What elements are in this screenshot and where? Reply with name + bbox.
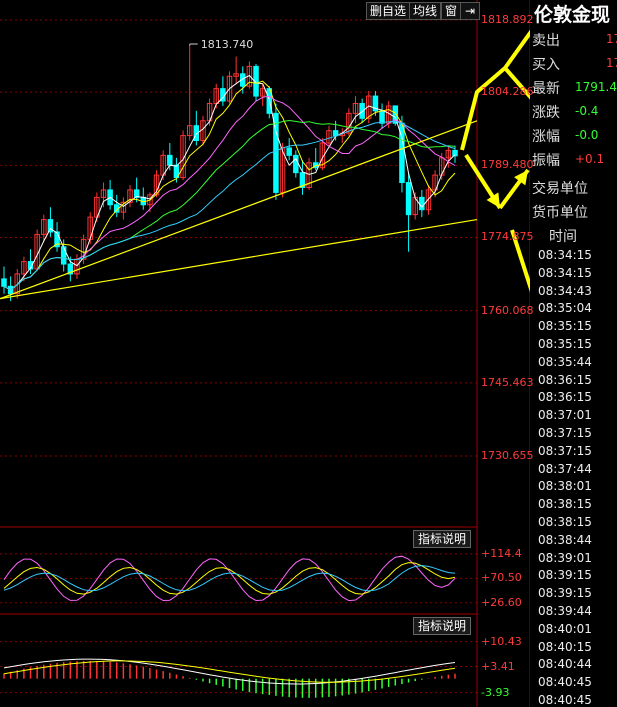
tick-time: 08:35:15 — [538, 319, 592, 334]
candle-body — [167, 154, 173, 166]
tick-time: 08:38:15 — [538, 497, 592, 512]
quote-row-label: 涨幅 — [532, 129, 560, 145]
quote-row-value: +0.1 — [575, 152, 605, 166]
quote-row-label: 卖出 — [532, 33, 560, 49]
tick-time: 08:40:44 — [538, 657, 592, 672]
candle-body — [1, 278, 7, 287]
moving-average-line — [3, 74, 456, 291]
quote-row-value: 1791.4 — [575, 80, 617, 94]
tick-time: 08:35:44 — [538, 354, 592, 369]
tick-time: 08:35:04 — [538, 301, 592, 316]
trade-unit-label: 交易单位 — [532, 181, 588, 197]
time-column-header: 时间 — [549, 229, 577, 245]
quote-row-value: 17 — [606, 56, 617, 70]
price-axis-label: 1745.463 — [481, 375, 534, 389]
tick-time: 08:38:44 — [538, 532, 592, 547]
tick-time: 08:39:44 — [538, 604, 592, 618]
quote-row-label: 振幅 — [532, 153, 560, 169]
trend-line-upper — [0, 120, 478, 300]
forecast-arrow — [503, 66, 530, 100]
tick-time: 08:37:44 — [538, 461, 592, 476]
price-axis-label: 1730.655 — [481, 449, 534, 462]
tick-time: 08:38:01 — [538, 479, 592, 494]
quote-row-label: 最新 — [532, 81, 560, 97]
window-button[interactable]: 窗 — [441, 2, 462, 20]
tick-time: 08:39:15 — [538, 568, 592, 583]
tick-time: 08:40:15 — [538, 639, 592, 654]
tick-time: 08:35:15 — [538, 337, 592, 351]
tick-time: 08:34:15 — [538, 265, 592, 280]
tick-time: 08:36:15 — [538, 372, 592, 387]
tick-time: 08:39:01 — [538, 550, 592, 565]
oscillator-indicator-help-button[interactable]: 指标说明 — [413, 530, 471, 548]
macd-axis-label: -3.93 — [481, 685, 510, 699]
candle-body — [286, 147, 292, 156]
high-price-annotation: 1813.740 — [201, 38, 254, 51]
quote-row-value: 17 — [606, 32, 617, 46]
price-axis-label: 1804.286 — [481, 85, 534, 99]
oscillator-axis-label: +26.60 — [481, 595, 522, 609]
forecast-arrow — [460, 29, 530, 151]
candle-body — [405, 182, 412, 216]
tick-time: 08:34:15 — [538, 248, 592, 262]
tick-time: 08:37:15 — [538, 426, 592, 440]
quote-row-value: -0.0 — [575, 128, 599, 142]
quote-row-label: 涨跌 — [532, 105, 560, 121]
tick-time: 08:34:43 — [538, 283, 592, 298]
moving-average-button[interactable]: 均线 — [409, 2, 442, 20]
tick-time: 08:38:15 — [538, 515, 592, 529]
price-axis-label: 1774.875 — [481, 230, 534, 244]
price-axis-label: 1760.068 — [481, 303, 534, 317]
collapse-arrow-icon[interactable]: ⇥ — [460, 2, 480, 20]
macd-axis-label: +3.41 — [481, 659, 515, 673]
chart-area[interactable]: 1813.740 — [0, 0, 530, 707]
quote-row-value: -0.4 — [575, 104, 599, 118]
candle-body — [332, 130, 339, 137]
tick-time: 08:40:45 — [538, 693, 592, 707]
tick-time: 08:39:15 — [538, 586, 592, 601]
candle-body — [60, 246, 67, 265]
quote-row-label: 买入 — [532, 57, 560, 73]
tick-time: 08:40:45 — [538, 675, 592, 690]
tick-time: 08:36:15 — [538, 390, 592, 405]
delete-favorite-button[interactable]: 删自选 — [366, 2, 411, 20]
candle-body — [379, 110, 385, 124]
price-axis-label: 1818.892 — [481, 13, 534, 26]
tick-time: 08:37:01 — [538, 408, 592, 423]
price-axis-label: 1789.480 — [481, 158, 534, 172]
tick-time: 08:37:15 — [538, 443, 592, 458]
oscillator-axis-label: +70.50 — [481, 571, 522, 585]
instrument-title: 伦敦金现 — [534, 4, 611, 26]
macd-axis-label: +10.43 — [481, 634, 522, 648]
macd-indicator-help-button[interactable]: 指标说明 — [413, 617, 471, 635]
currency-unit-label: 货币单位 — [532, 205, 588, 221]
oscillator-axis-label: +114.4 — [481, 546, 522, 560]
tick-time: 08:40:01 — [538, 621, 592, 636]
